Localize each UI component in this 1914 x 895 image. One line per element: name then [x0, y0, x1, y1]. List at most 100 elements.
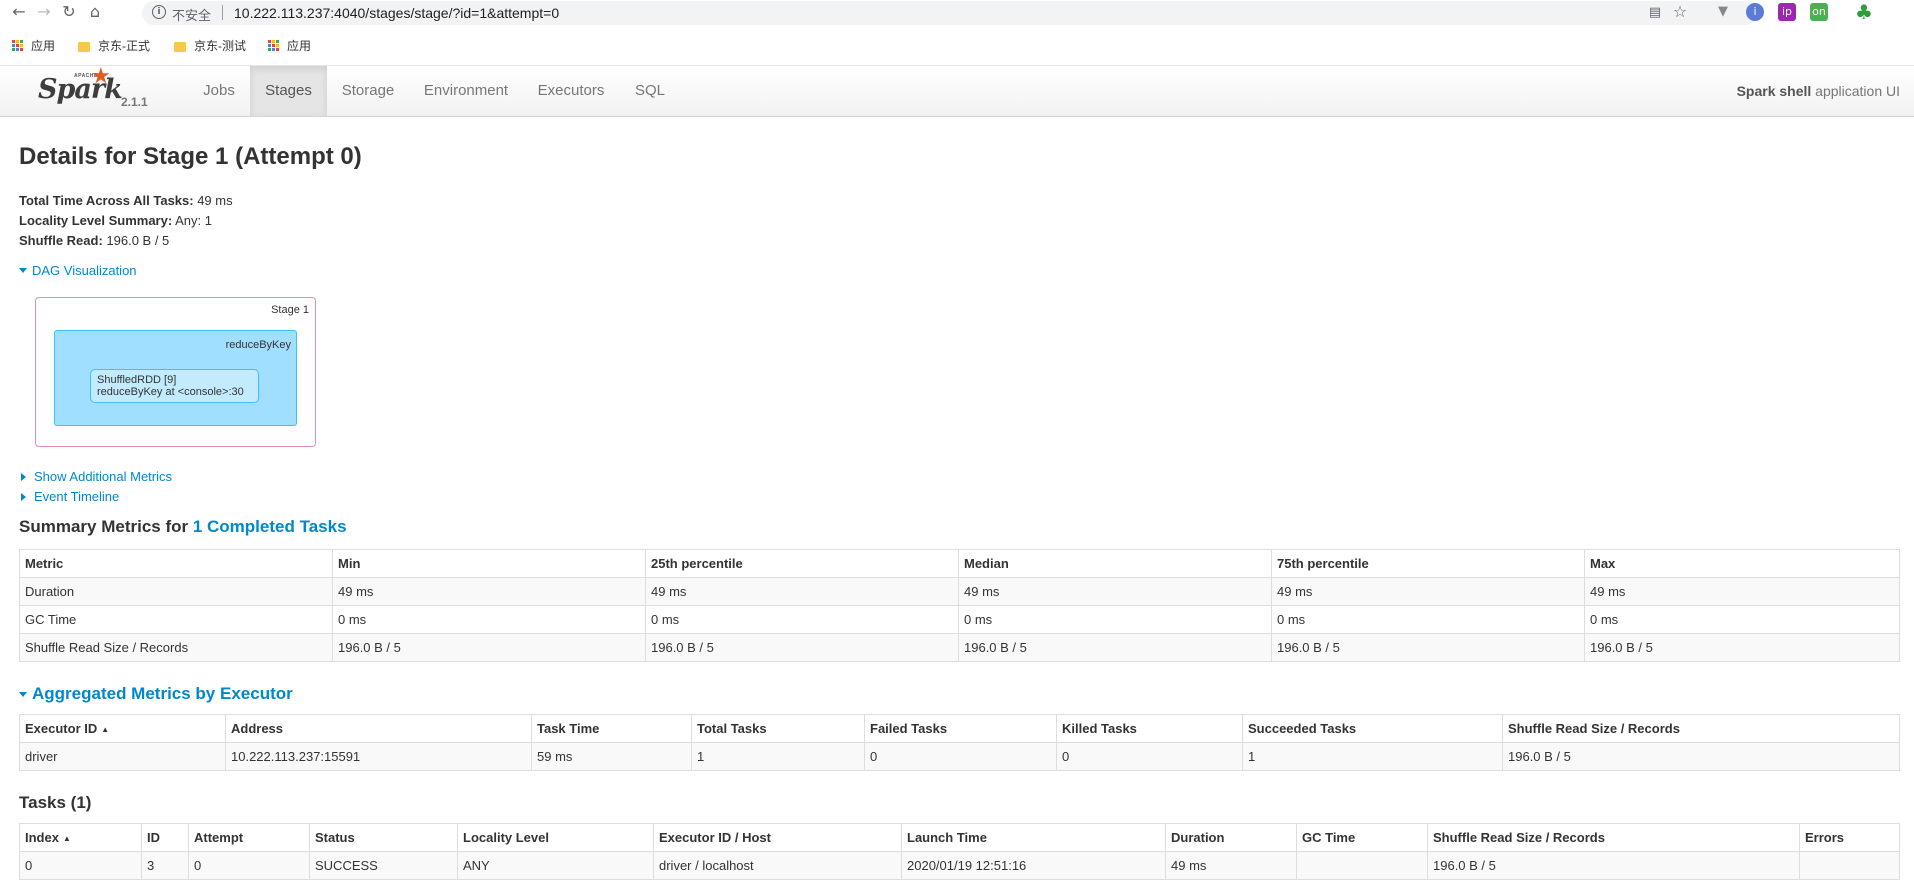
shuffle-read: Shuffle Read: 196.0 B / 5	[19, 233, 169, 248]
bookmark-apps-2[interactable]: 应用	[268, 37, 311, 54]
table-cell: 196.0 B / 5	[1584, 633, 1900, 662]
summary-heading-prefix: Summary Metrics for	[19, 517, 193, 536]
sortable-column-header[interactable]: Errors	[1799, 823, 1900, 852]
shuffle-value: 196.0 B / 5	[102, 233, 170, 248]
total-time: Total Time Across All Tasks: 49 ms	[19, 193, 233, 208]
ip-extension-icon[interactable]: ip	[1778, 3, 1796, 21]
sortable-column-header[interactable]: Status	[309, 823, 458, 852]
caret-down-icon	[19, 691, 27, 697]
table-cell: 1	[691, 742, 865, 771]
table-cell: 196.0 B / 5	[1502, 742, 1900, 771]
reload-icon[interactable]: ↻	[59, 2, 79, 22]
table-cell: 0 ms	[645, 605, 959, 634]
sortable-column-header[interactable]: Executor ID ▲	[19, 714, 226, 743]
table-cell: 196.0 B / 5	[645, 633, 959, 662]
completed-tasks-link[interactable]: 1 Completed Tasks	[193, 517, 347, 536]
locality-value: Any: 1	[172, 213, 212, 228]
caret-down-icon	[19, 268, 27, 273]
folder-icon	[174, 41, 186, 52]
table-cell: 49 ms	[1584, 577, 1900, 606]
dag-visualization-toggle[interactable]: DAG Visualization	[19, 263, 137, 278]
tab-jobs[interactable]: Jobs	[190, 66, 248, 116]
bookmark-jd-test[interactable]: 京东-测试	[174, 37, 246, 54]
table-cell: 0 ms	[1271, 605, 1585, 634]
back-icon[interactable]: ←	[9, 2, 29, 22]
tasks-heading: Tasks (1)	[19, 793, 92, 812]
vue-extension-icon[interactable]: ▼	[1714, 3, 1732, 21]
tab-stages[interactable]: Stages	[250, 66, 327, 116]
aggregated-metrics-toggle[interactable]: Aggregated Metrics by Executor	[19, 684, 293, 704]
dag-node-line1: ShuffledRDD [9]	[97, 374, 177, 386]
table-cell: SUCCESS	[309, 851, 458, 880]
dag-cluster: reduceByKey ShuffledRDD [9] reduceByKey …	[54, 330, 297, 426]
app-name-suffix: application UI	[1811, 83, 1900, 99]
table-cell	[1296, 851, 1428, 880]
info-icon[interactable]: i	[152, 5, 166, 19]
dag-rdd-node[interactable]: ShuffledRDD [9] reduceByKey at <console>…	[90, 369, 259, 403]
bookmark-star-icon[interactable]: ☆	[1670, 2, 1690, 22]
bookmark-jd-prod[interactable]: 京东-正式	[78, 37, 150, 54]
tab-environment[interactable]: Environment	[414, 66, 518, 116]
table-cell: 0	[864, 742, 1057, 771]
event-timeline-toggle[interactable]: Event Timeline	[19, 489, 119, 504]
table-cell: 59 ms	[531, 742, 692, 771]
locality-summary: Locality Level Summary: Any: 1	[19, 213, 212, 228]
table-cell: Shuffle Read Size / Records	[19, 633, 333, 662]
sort-ascending-icon: ▲	[101, 725, 110, 735]
event-timeline-label: Event Timeline	[34, 489, 120, 504]
sortable-column-header[interactable]: Shuffle Read Size / Records	[1502, 714, 1900, 743]
spark-logo[interactable]: APACHE Spark ★ 2.1.1	[38, 64, 148, 113]
sortable-column-header[interactable]: Task Time	[531, 714, 692, 743]
home-icon[interactable]: ⌂	[85, 2, 105, 22]
table-cell: 0 ms	[1584, 605, 1900, 634]
total-time-label: Total Time Across All Tasks:	[19, 193, 194, 208]
table-cell: 49 ms	[332, 577, 646, 606]
column-header: Max	[1584, 549, 1900, 578]
sortable-column-header[interactable]: Launch Time	[901, 823, 1166, 852]
spark-star-icon: ★	[91, 64, 111, 89]
shuffle-label: Shuffle Read:	[19, 233, 103, 248]
additional-metrics-toggle[interactable]: Show Additional Metrics	[19, 469, 172, 484]
dag-stage-box: Stage 1 reduceByKey ShuffledRDD [9] redu…	[35, 297, 316, 447]
url-text[interactable]: 10.222.113.237:4040/stages/stage/?id=1&a…	[234, 5, 559, 21]
sortable-column-header[interactable]: Duration	[1165, 823, 1297, 852]
clover-extension-icon[interactable]: ♣	[1855, 2, 1873, 22]
table-row: Duration 49 ms 49 ms 49 ms 49 ms 49 ms	[19, 577, 1900, 606]
column-header-label: Index	[25, 830, 59, 845]
aggregated-metrics-heading: Aggregated Metrics by Executor	[32, 684, 293, 703]
tab-executors[interactable]: Executors	[529, 66, 613, 116]
column-header: Min	[332, 549, 646, 578]
address-bar[interactable]: i 不安全 10.222.113.237:4040/stages/stage/?…	[142, 1, 1758, 25]
dag-toggle-label: DAG Visualization	[32, 263, 137, 278]
translate-icon[interactable]: ▤	[1645, 3, 1665, 23]
table-cell: Duration	[19, 577, 333, 606]
caret-right-icon	[21, 472, 26, 481]
bookmark-apps-1[interactable]: 应用	[12, 37, 55, 54]
spark-navbar: APACHE Spark ★ 2.1.1 Jobs Stages Storage…	[0, 64, 1914, 117]
sortable-column-header[interactable]: Failed Tasks	[864, 714, 1057, 743]
sortable-column-header[interactable]: GC Time	[1296, 823, 1428, 852]
table-cell: 2020/01/19 12:51:16	[901, 851, 1166, 880]
sortable-column-header[interactable]: Succeeded Tasks	[1242, 714, 1503, 743]
table-cell: 10.222.113.237:15591	[225, 742, 532, 771]
info-extension-icon[interactable]: i	[1746, 3, 1764, 21]
forward-icon[interactable]: →	[34, 2, 54, 22]
table-row: Shuffle Read Size / Records 196.0 B / 5 …	[19, 633, 1900, 662]
tab-storage[interactable]: Storage	[333, 66, 403, 116]
on-extension-icon[interactable]: on	[1810, 3, 1828, 21]
tab-sql[interactable]: SQL	[624, 66, 676, 116]
table-row: GC Time 0 ms 0 ms 0 ms 0 ms 0 ms	[19, 605, 1900, 634]
sortable-column-header[interactable]: Index ▲	[19, 823, 142, 852]
sortable-column-header[interactable]: Address	[225, 714, 532, 743]
table-cell: 49 ms	[958, 577, 1272, 606]
sortable-column-header[interactable]: ID	[141, 823, 189, 852]
spark-version: 2.1.1	[121, 95, 148, 109]
column-header: 75th percentile	[1271, 549, 1585, 578]
sortable-column-header[interactable]: Executor ID / Host	[653, 823, 902, 852]
sortable-column-header[interactable]: Locality Level	[457, 823, 654, 852]
sortable-column-header[interactable]: Total Tasks	[691, 714, 865, 743]
sortable-column-header[interactable]: Killed Tasks	[1056, 714, 1243, 743]
table-cell: 196.0 B / 5	[958, 633, 1272, 662]
sortable-column-header[interactable]: Shuffle Read Size / Records	[1427, 823, 1800, 852]
sortable-column-header[interactable]: Attempt	[188, 823, 310, 852]
